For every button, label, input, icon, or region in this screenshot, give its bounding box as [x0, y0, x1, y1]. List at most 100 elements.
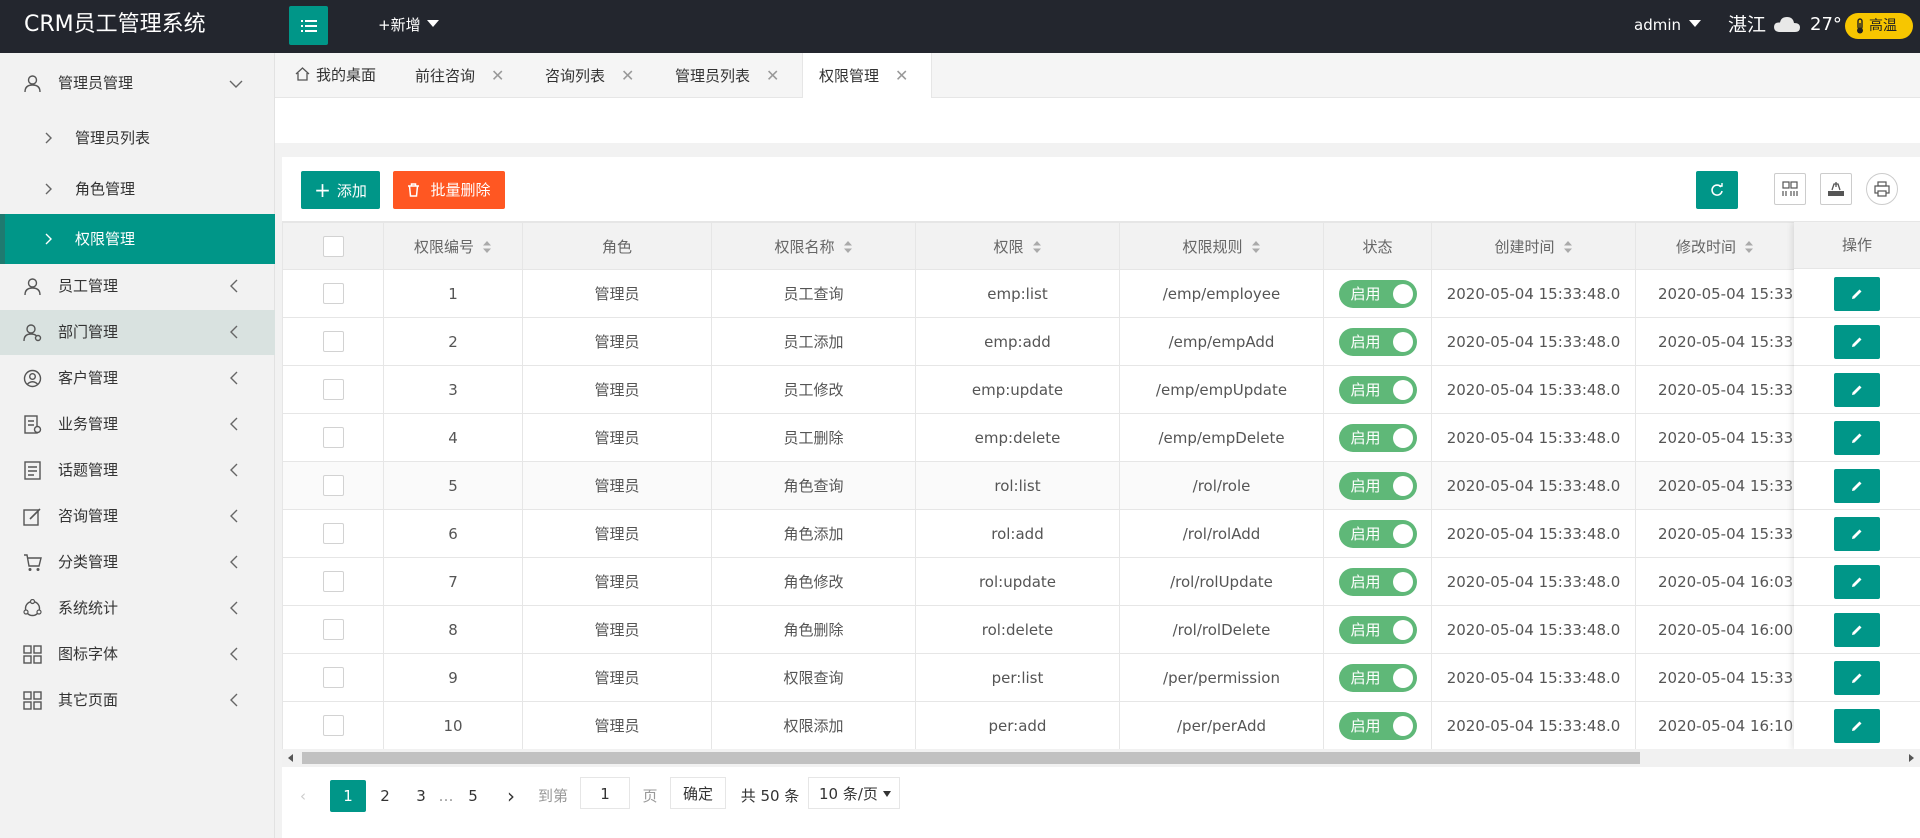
sidebar-item-category[interactable]: 分类管理: [0, 540, 275, 585]
goto-page-input[interactable]: 1: [580, 777, 630, 809]
scroll-right-icon[interactable]: [1909, 754, 1914, 762]
row-checkbox[interactable]: [322, 427, 344, 448]
sidebar-subitem-admin-list[interactable]: 管理员列表: [0, 113, 275, 163]
status-toggle[interactable]: 启用: [1338, 375, 1417, 404]
status-toggle[interactable]: 启用: [1338, 519, 1417, 548]
table-row[interactable]: 8 管理员 角色删除 rol:delete/rol/rolDelete 启用 2020-0…: [282, 605, 1920, 654]
edit-button[interactable]: [1834, 421, 1880, 455]
status-toggle[interactable]: 启用: [1338, 279, 1417, 308]
row-checkbox[interactable]: [322, 715, 344, 736]
batch-delete-button[interactable]: 批量删除: [393, 171, 505, 209]
column-header[interactable]: 权限编号: [383, 222, 523, 270]
sidebar-item-department[interactable]: 部门管理: [0, 310, 275, 355]
sort-icon[interactable]: [482, 240, 492, 254]
sidebar-item-admin-management[interactable]: 管理员管理: [0, 61, 275, 106]
user-menu[interactable]: admin: [1634, 0, 1701, 50]
page-5[interactable]: 5: [466, 780, 480, 812]
table-row[interactable]: 3 管理员 员工修改 emp:update/emp/empUpdate 启用 2020-0…: [282, 365, 1920, 414]
scroll-left-icon[interactable]: [288, 754, 293, 762]
next-page-icon[interactable]: ›: [504, 780, 518, 812]
edit-button[interactable]: [1834, 325, 1880, 359]
page-1[interactable]: 1: [330, 780, 366, 812]
edit-button[interactable]: [1834, 661, 1880, 695]
row-select-cell: [282, 269, 384, 318]
table-row[interactable]: 2 管理员 员工添加 emp:add/emp/empAdd 启用 2020-05-04 1…: [282, 317, 1920, 366]
tab-permission-management[interactable]: 权限管理 ✕: [802, 53, 932, 99]
select-all-checkbox[interactable]: [322, 235, 344, 257]
row-checkbox[interactable]: [322, 283, 344, 304]
refresh-button[interactable]: [1696, 171, 1738, 209]
table-row[interactable]: 9 管理员 权限查询 per:list/per/permission 启用 2020-05…: [282, 653, 1920, 702]
table-row[interactable]: 5 管理员 角色查询 rol:list/rol/role 启用 2020-05-04 15…: [282, 461, 1920, 510]
sort-icon[interactable]: [1563, 240, 1573, 254]
page-size-select[interactable]: 10 条/页: [808, 777, 900, 809]
goto-confirm-button[interactable]: 确定: [670, 777, 726, 809]
row-checkbox[interactable]: [322, 667, 344, 688]
status-toggle[interactable]: 启用: [1338, 327, 1417, 356]
tab-admin-list[interactable]: 管理员列表 ✕: [675, 53, 779, 98]
table-row[interactable]: 1 管理员 员工查询 emp:list/emp/employee 启用 2020-05-0…: [282, 269, 1920, 318]
prev-page-icon[interactable]: ‹: [296, 780, 310, 812]
column-header[interactable]: 修改时间: [1635, 222, 1795, 270]
sidebar-item-consult[interactable]: 咨询管理: [0, 494, 275, 539]
sidebar-item-other-pages[interactable]: 其它页面: [0, 678, 275, 723]
table-row[interactable]: 4 管理员 员工删除 emp:delete/emp/empDelete 启用 2020-0…: [282, 413, 1920, 462]
sidebar-item-employee[interactable]: 员工管理: [0, 264, 275, 309]
status-toggle[interactable]: 启用: [1338, 663, 1417, 692]
close-icon[interactable]: ✕: [895, 53, 908, 98]
scrollbar-thumb[interactable]: [302, 752, 1640, 764]
sort-icon[interactable]: [1251, 240, 1261, 254]
sort-icon[interactable]: [1744, 240, 1754, 254]
edit-button[interactable]: [1834, 709, 1880, 743]
sort-icon[interactable]: [843, 240, 853, 254]
horizontal-scrollbar[interactable]: [282, 749, 1920, 767]
column-header[interactable]: 权限: [915, 222, 1120, 270]
sidebar-item-icon-font[interactable]: 图标字体: [0, 632, 275, 677]
row-checkbox[interactable]: [322, 379, 344, 400]
sidebar-toggle-button[interactable]: [289, 6, 328, 45]
page-3[interactable]: 3: [414, 780, 428, 812]
sidebar-item-stats[interactable]: 系统统计: [0, 586, 275, 631]
sort-icon[interactable]: [1032, 240, 1042, 254]
close-icon[interactable]: ✕: [491, 53, 504, 98]
new-menu[interactable]: +新增: [378, 0, 439, 50]
edit-button[interactable]: [1834, 277, 1880, 311]
print-button[interactable]: [1866, 173, 1898, 205]
sidebar-item-topic[interactable]: 话题管理: [0, 448, 275, 493]
tab-my-desktop[interactable]: 我的桌面: [295, 53, 376, 98]
export-button[interactable]: [1820, 173, 1852, 205]
column-header[interactable]: 权限规则: [1119, 222, 1324, 270]
row-checkbox[interactable]: [322, 331, 344, 352]
add-button[interactable]: + 添加: [301, 171, 380, 209]
close-icon[interactable]: ✕: [766, 53, 779, 98]
sidebar-subitem-permission-management[interactable]: 权限管理: [0, 214, 275, 264]
sidebar-item-customer[interactable]: 客户管理: [0, 356, 275, 401]
page-2[interactable]: 2: [378, 780, 392, 812]
row-checkbox[interactable]: [322, 523, 344, 544]
sidebar-subitem-role-management[interactable]: 角色管理: [0, 164, 275, 214]
status-toggle[interactable]: 启用: [1338, 471, 1417, 500]
status-toggle[interactable]: 启用: [1338, 423, 1417, 452]
edit-button[interactable]: [1834, 613, 1880, 647]
edit-button[interactable]: [1834, 469, 1880, 503]
table-row[interactable]: 10 管理员 权限添加 per:add/per/perAdd 启用 2020-05-04 …: [282, 701, 1920, 749]
edit-button[interactable]: [1834, 373, 1880, 407]
status-toggle[interactable]: 启用: [1338, 615, 1417, 644]
status-toggle[interactable]: 启用: [1338, 567, 1417, 596]
row-checkbox[interactable]: [322, 475, 344, 496]
tab-consult-list[interactable]: 咨询列表 ✕: [545, 53, 634, 98]
edit-button[interactable]: [1834, 517, 1880, 551]
sidebar-item-business[interactable]: 业务管理: [0, 402, 275, 447]
status-toggle[interactable]: 启用: [1338, 711, 1417, 740]
chevron-right-icon: [45, 233, 52, 245]
row-checkbox[interactable]: [322, 571, 344, 592]
tab-go-consult[interactable]: 前往咨询 ✕: [415, 53, 504, 98]
column-header[interactable]: 创建时间: [1431, 222, 1636, 270]
table-row[interactable]: 6 管理员 角色添加 rol:add/rol/rolAdd 启用 2020-05-04 1…: [282, 509, 1920, 558]
row-checkbox[interactable]: [322, 619, 344, 640]
table-row[interactable]: 7 管理员 角色修改 rol:update/rol/rolUpdate 启用 2020-0…: [282, 557, 1920, 606]
column-header[interactable]: 权限名称: [711, 222, 916, 270]
close-icon[interactable]: ✕: [621, 53, 634, 98]
edit-button[interactable]: [1834, 565, 1880, 599]
columns-filter-button[interactable]: [1774, 173, 1806, 205]
